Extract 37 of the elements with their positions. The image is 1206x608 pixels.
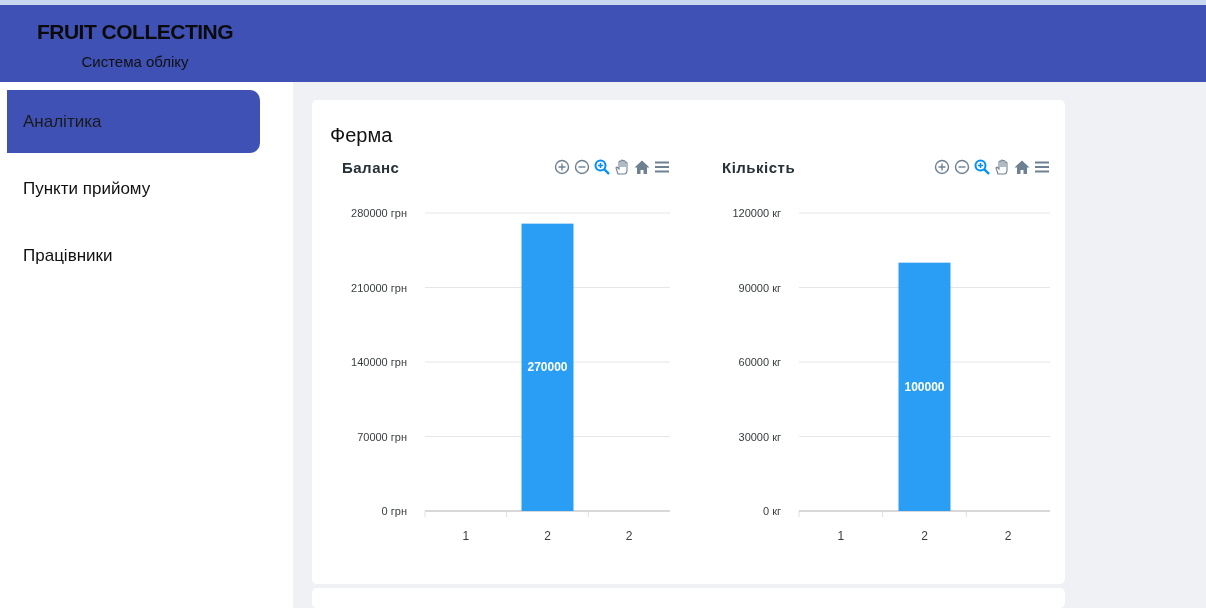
y-axis-label: 90000 кг: [738, 281, 781, 294]
hand-icon[interactable]: [994, 159, 1010, 175]
home-icon[interactable]: [634, 159, 650, 175]
zoom-in-icon[interactable]: [554, 159, 570, 175]
y-axis-label: 70000 грн: [357, 430, 407, 443]
x-axis-label: 2: [921, 529, 928, 543]
y-axis-label: 140000 грн: [351, 356, 407, 368]
data-label: 100000: [904, 379, 945, 394]
x-axis-label: 2: [1004, 529, 1012, 543]
chart-title: Кількість: [722, 158, 796, 176]
x-axis-label: 1: [462, 529, 470, 543]
y-axis-label: 210000 грн: [351, 281, 407, 294]
magnifier-icon[interactable]: [594, 159, 610, 175]
y-axis-label: 120000 кг: [732, 207, 781, 219]
x-axis-label: 1: [837, 529, 845, 543]
y-axis-label: 280000 грн: [351, 207, 407, 219]
zoom-in-icon[interactable]: [934, 159, 950, 175]
y-axis-label: 0 грн: [381, 505, 407, 517]
card-title: Ферма: [330, 124, 394, 147]
x-axis-label: 2: [544, 529, 551, 543]
y-axis-label: 60000 кг: [738, 356, 781, 368]
home-icon[interactable]: [1014, 159, 1030, 175]
app-subtitle: Система обліку: [81, 52, 189, 70]
menu-icon[interactable]: [654, 159, 670, 175]
menu-icon[interactable]: [1034, 159, 1050, 175]
nav-item[interactable]: Пункти прийому: [7, 157, 260, 220]
x-axis-label: 2: [625, 529, 633, 543]
data-label: 270000: [527, 360, 568, 375]
zoom-out-icon[interactable]: [954, 159, 970, 175]
hand-icon[interactable]: [614, 159, 630, 175]
zoom-out-icon[interactable]: [574, 159, 590, 175]
y-axis-label: 0 кг: [763, 505, 781, 517]
nav-item[interactable]: Працівники: [7, 224, 260, 287]
magnifier-icon[interactable]: [974, 159, 990, 175]
app-title: FRUIT COLLECTING: [36, 19, 234, 44]
chart-title: Баланс: [342, 158, 400, 176]
y-axis-label: 30000 кг: [738, 430, 781, 443]
